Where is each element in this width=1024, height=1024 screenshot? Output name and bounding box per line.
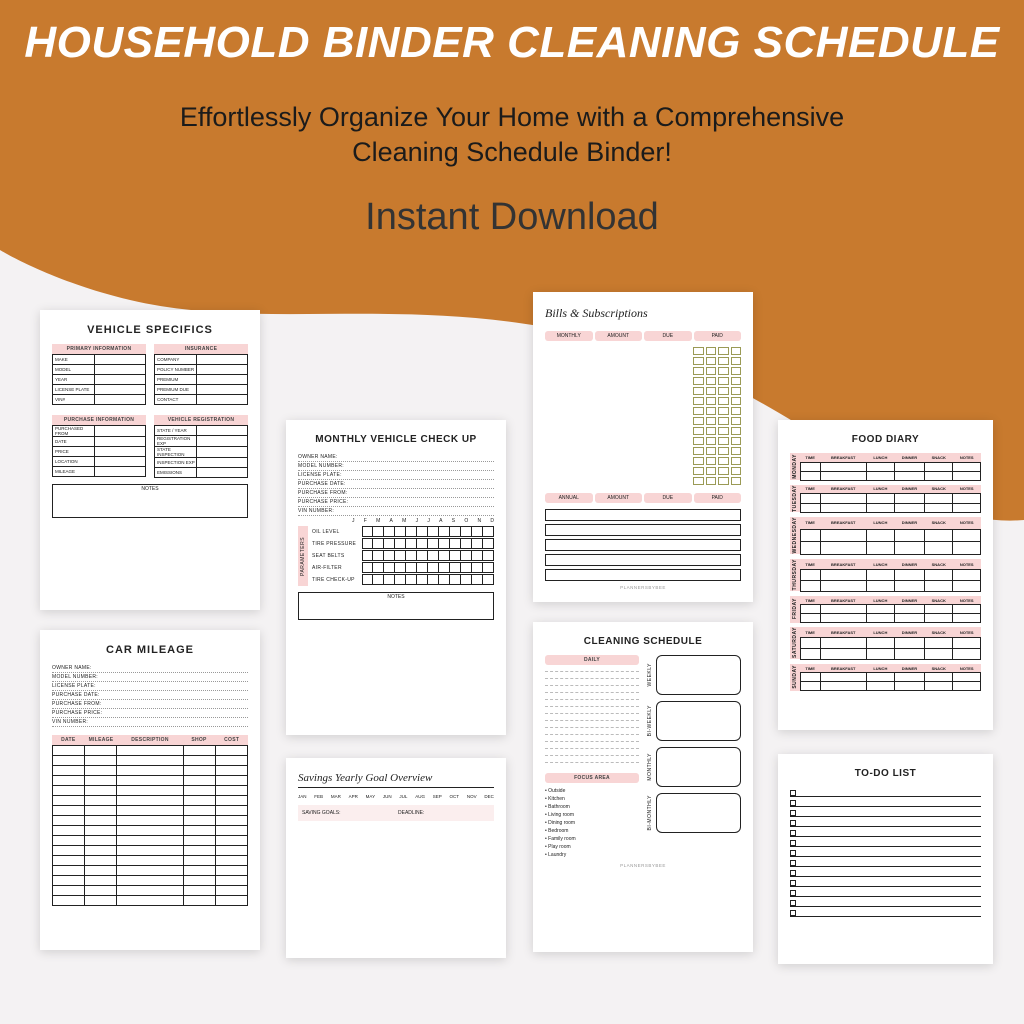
col-header: DUE	[644, 331, 692, 341]
footer-brand: PLANNERSBYBEE	[545, 863, 741, 868]
sheet-food-diary: FOOD DIARY MONDAYTIMEBREAKFASTLUNCHDINNE…	[778, 420, 993, 730]
sheet-bills-subscriptions: Bills & Subscriptions MONTHLY AMOUNT DUE…	[533, 292, 753, 602]
parameters-label: PARAMETERS	[298, 526, 308, 586]
col-header: PAID	[694, 331, 742, 341]
daily-header: DAILY	[545, 655, 639, 665]
sheet-monthly-vehicle-checkup: MONTHLY VEHICLE CHECK UP OWNER NAME:MODE…	[286, 420, 506, 735]
section-header: PURCHASE INFORMATION	[52, 415, 146, 425]
focus-area-header: FOCUS AREA	[545, 773, 639, 783]
sheet-title: MONTHLY VEHICLE CHECK UP	[298, 434, 494, 445]
page-subtitle: Effortlessly Organize Your Home with a C…	[0, 100, 1024, 170]
col-header: MONTHLY	[545, 331, 593, 341]
savings-goals-label: SAVING GOALS:	[298, 810, 398, 816]
mileage-grid	[52, 745, 248, 906]
sheet-cleaning-schedule: CLEANING SCHEDULE DAILY FOCUS AREA • Out…	[533, 622, 753, 952]
sheet-title: TO-DO LIST	[790, 768, 981, 779]
notes-box: NOTES	[298, 592, 494, 620]
sheet-title: FOOD DIARY	[790, 434, 981, 445]
col-header: AMOUNT	[595, 493, 643, 503]
subtitle-line-1: Effortlessly Organize Your Home with a C…	[180, 102, 844, 132]
sheet-title: CAR MILEAGE	[52, 644, 248, 656]
col-header: AMOUNT	[595, 331, 643, 341]
sheet-title: Savings Yearly Goal Overview	[298, 772, 494, 788]
instant-download-label: Instant Download	[0, 196, 1024, 239]
subtitle-line-2: Cleaning Schedule Binder!	[352, 137, 672, 167]
footer-brand: PLANNERSBYBEE	[545, 585, 741, 590]
page-title: HOUSEHOLD BINDER CLEANING SCHEDULE	[0, 18, 1024, 68]
col-header: DATE	[52, 737, 85, 743]
col-header: MILEAGE	[85, 737, 118, 743]
section-header: INSURANCE	[154, 344, 248, 354]
sheet-title: VEHICLE SPECIFICS	[52, 324, 248, 336]
col-header: ANNUAL	[545, 493, 593, 503]
sheet-vehicle-specifics: VEHICLE SPECIFICS PRIMARY INFORMATION MA…	[40, 310, 260, 610]
month-row: JANFEBMARAPRMAYJUNJULAUGSEPOCTNOVDEC	[298, 794, 494, 799]
deadline-label: DEADLINE:	[398, 810, 494, 816]
notes-box: NOTES	[52, 484, 248, 518]
sheet-title: CLEANING SCHEDULE	[545, 636, 741, 647]
sheet-title: Bills & Subscriptions	[545, 306, 741, 321]
col-header: SHOP	[183, 737, 216, 743]
col-header: DESCRIPTION	[117, 737, 182, 743]
section-header: PRIMARY INFORMATION	[52, 344, 146, 354]
sheet-savings-yearly-goal: Savings Yearly Goal Overview JANFEBMARAP…	[286, 758, 506, 958]
col-header: DUE	[644, 493, 692, 503]
col-header: PAID	[694, 493, 742, 503]
month-header: JFMAMJJASOND	[352, 518, 494, 524]
sheet-todo-list: TO-DO LIST	[778, 754, 993, 964]
sheet-car-mileage: CAR MILEAGE OWNER NAME:MODEL NUMBER:LICE…	[40, 630, 260, 950]
section-header: VEHICLE REGISTRATION	[154, 415, 248, 425]
col-header: COST	[215, 737, 248, 743]
